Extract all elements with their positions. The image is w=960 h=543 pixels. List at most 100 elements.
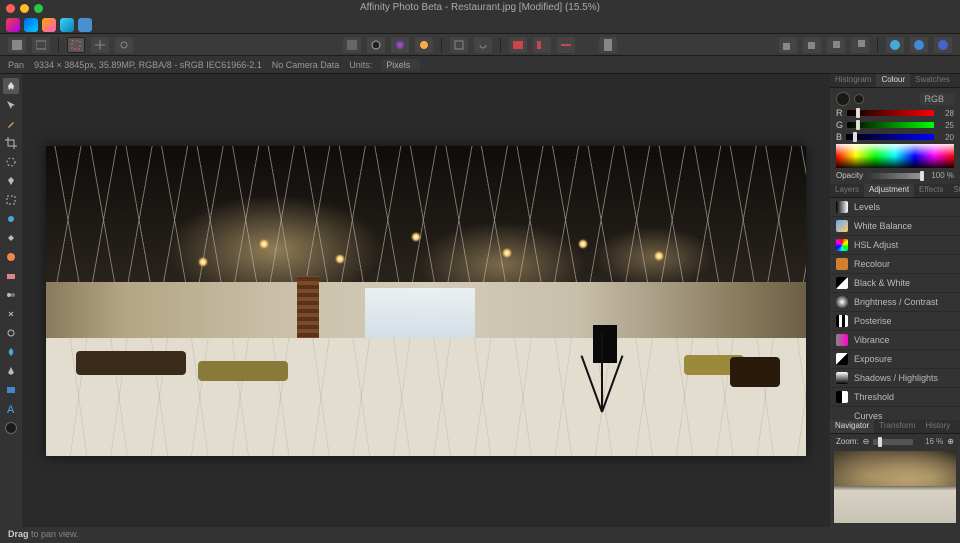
colour-well-secondary[interactable] xyxy=(854,94,864,104)
erase-tool-icon[interactable] xyxy=(3,268,19,284)
tab-adjustment[interactable]: Adjustment xyxy=(864,184,914,197)
opacity-value[interactable]: 100 % xyxy=(926,171,954,180)
colour-well-fg[interactable] xyxy=(3,420,19,436)
tab-navigator[interactable]: Navigator xyxy=(830,420,874,433)
assistant-button[interactable] xyxy=(599,37,617,53)
adjustment-list[interactable]: LevelsWhite BalanceHSL AdjustRecolourBla… xyxy=(830,198,960,420)
navigator-thumbnail[interactable] xyxy=(834,451,956,523)
minimize-window-button[interactable] xyxy=(20,4,29,13)
window-title: Affinity Photo Beta - Restaurant.jpg [Mo… xyxy=(0,0,960,16)
tab-channels[interactable]: Channels xyxy=(955,420,960,433)
colour-spectrum[interactable] xyxy=(836,144,954,168)
camera-data-label: No Camera Data xyxy=(272,60,340,70)
tab-histogram[interactable]: Histogram xyxy=(830,74,876,87)
develop-persona-icon[interactable] xyxy=(42,18,56,32)
arrange-back-button[interactable] xyxy=(779,37,797,53)
open-button[interactable] xyxy=(32,37,50,53)
r-slider[interactable] xyxy=(847,110,935,116)
adjustment-item[interactable]: Exposure xyxy=(830,350,960,369)
rotate-button[interactable] xyxy=(474,37,492,53)
move-tool-button[interactable] xyxy=(91,37,109,53)
r-value[interactable]: 28 xyxy=(938,109,954,118)
auto-contrast-button[interactable] xyxy=(367,37,385,53)
rectangle-tool-icon[interactable] xyxy=(3,382,19,398)
crop-button[interactable] xyxy=(450,37,468,53)
document-canvas[interactable] xyxy=(46,146,806,456)
arrange-forward-button[interactable] xyxy=(827,37,845,53)
adjustment-item[interactable]: Brightness / Contrast xyxy=(830,293,960,312)
svg-text:A: A xyxy=(7,404,15,415)
adjustment-item[interactable]: Recolour xyxy=(830,255,960,274)
g-slider[interactable] xyxy=(847,122,934,128)
units-dropdown[interactable]: Pixels xyxy=(382,59,420,71)
zoom-value[interactable]: 16 % xyxy=(917,437,943,446)
adjustment-label: Brightness / Contrast xyxy=(854,297,938,307)
photo-persona-icon[interactable] xyxy=(6,18,20,32)
close-window-button[interactable] xyxy=(6,4,15,13)
adjustment-item[interactable]: White Balance xyxy=(830,217,960,236)
tab-transform[interactable]: Transform xyxy=(874,420,920,433)
snapping-button[interactable] xyxy=(509,37,527,53)
arrange-backward-button[interactable] xyxy=(803,37,821,53)
channels-button[interactable] xyxy=(934,37,952,53)
b-slider[interactable] xyxy=(846,134,934,140)
tab-history[interactable]: History xyxy=(920,420,955,433)
colour-picker-tool-icon[interactable] xyxy=(3,116,19,132)
view-tool-icon[interactable] xyxy=(3,78,19,94)
tab-layers[interactable]: Layers xyxy=(830,184,864,197)
pen-tool-icon[interactable] xyxy=(3,363,19,379)
colour-well-primary[interactable] xyxy=(836,92,850,106)
adjustment-item[interactable]: Levels xyxy=(830,198,960,217)
selection-marquee-button[interactable] xyxy=(67,37,85,53)
adjustment-item[interactable]: Threshold xyxy=(830,388,960,407)
auto-white-balance-button[interactable] xyxy=(415,37,433,53)
marquee-tool-icon[interactable] xyxy=(3,192,19,208)
adjustment-item[interactable]: Posterise xyxy=(830,312,960,331)
move-tool-icon[interactable] xyxy=(3,97,19,113)
dodge-tool-icon[interactable] xyxy=(3,325,19,341)
crop-tool-icon[interactable] xyxy=(3,135,19,151)
g-value[interactable]: 25 xyxy=(938,121,954,130)
blur-tool-icon[interactable] xyxy=(3,344,19,360)
quick-mask-button[interactable] xyxy=(886,37,904,53)
tab-effects[interactable]: Effects xyxy=(914,184,948,197)
text-tool-icon[interactable]: A xyxy=(3,401,19,417)
canvas-viewport[interactable] xyxy=(22,74,830,527)
zoom-window-button[interactable] xyxy=(34,4,43,13)
adjustment-item[interactable]: Vibrance xyxy=(830,331,960,350)
b-value[interactable]: 20 xyxy=(938,133,954,142)
heal-tool-icon[interactable] xyxy=(3,306,19,322)
adjustment-item[interactable]: Shadows / Highlights xyxy=(830,369,960,388)
adjustment-item[interactable]: HSL Adjust xyxy=(830,236,960,255)
force-pixel-alignment-button[interactable] xyxy=(557,37,575,53)
liquify-persona-icon[interactable] xyxy=(24,18,38,32)
tab-brushes[interactable]: Brushes xyxy=(955,74,960,87)
adjustment-icon xyxy=(836,353,848,365)
document-menu-button[interactable] xyxy=(8,37,26,53)
clone-tool-icon[interactable] xyxy=(3,287,19,303)
add-layer-button[interactable] xyxy=(910,37,928,53)
tab-swatches[interactable]: Swatches xyxy=(910,74,955,87)
auto-colours-button[interactable] xyxy=(391,37,409,53)
export-persona-icon[interactable] xyxy=(78,18,92,32)
zoom-slider[interactable] xyxy=(873,439,913,445)
gradient-tool-icon[interactable] xyxy=(3,249,19,265)
tone-map-persona-icon[interactable] xyxy=(60,18,74,32)
tab-colour[interactable]: Colour xyxy=(876,74,910,87)
colour-mode-dropdown[interactable]: RGB xyxy=(920,93,954,105)
node-tool-button[interactable] xyxy=(115,37,133,53)
adjustment-label: Posterise xyxy=(854,316,892,326)
adjustment-item[interactable]: Curves xyxy=(830,407,960,420)
opacity-slider[interactable] xyxy=(867,173,922,179)
selection-brush-tool-icon[interactable] xyxy=(3,154,19,170)
paint-brush-tool-icon[interactable] xyxy=(3,211,19,227)
tab-styles[interactable]: Styles xyxy=(948,184,960,197)
arrange-front-button[interactable] xyxy=(851,37,869,53)
adjustment-item[interactable]: Black & White xyxy=(830,274,960,293)
auto-levels-button[interactable] xyxy=(343,37,361,53)
zoom-out-button[interactable]: ⊖ xyxy=(863,437,870,446)
alignment-button[interactable] xyxy=(533,37,551,53)
flood-select-tool-icon[interactable] xyxy=(3,173,19,189)
zoom-in-button[interactable]: ⊕ xyxy=(947,437,954,446)
fill-tool-icon[interactable] xyxy=(3,230,19,246)
